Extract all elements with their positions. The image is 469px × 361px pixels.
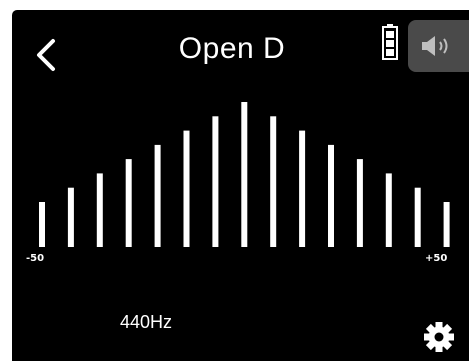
meter-bar [183, 130, 190, 247]
meter-bar [96, 173, 103, 247]
meter-bar [39, 202, 45, 247]
tuning-meter [39, 102, 450, 247]
meter-bar [414, 187, 421, 247]
meter-bar [67, 187, 74, 247]
meter-bar [299, 130, 306, 247]
meter-bar [328, 144, 334, 247]
meter-bar [443, 202, 450, 247]
gear-icon [424, 322, 454, 352]
tuner-screen: Open D -50 +50 440Hz [12, 10, 469, 361]
scale-max-label: +50 [425, 253, 448, 264]
meter-bar [356, 159, 363, 247]
meter-bar [154, 144, 161, 247]
settings-button[interactable] [423, 321, 455, 353]
meter-bar [385, 173, 392, 247]
calibration-frequency: 440Hz [120, 312, 173, 332]
scale-min-label: -50 [26, 253, 45, 264]
meter-bar [125, 159, 132, 247]
meter-bar [212, 116, 219, 247]
meter-bar [270, 116, 277, 247]
meter-bar [241, 102, 248, 247]
